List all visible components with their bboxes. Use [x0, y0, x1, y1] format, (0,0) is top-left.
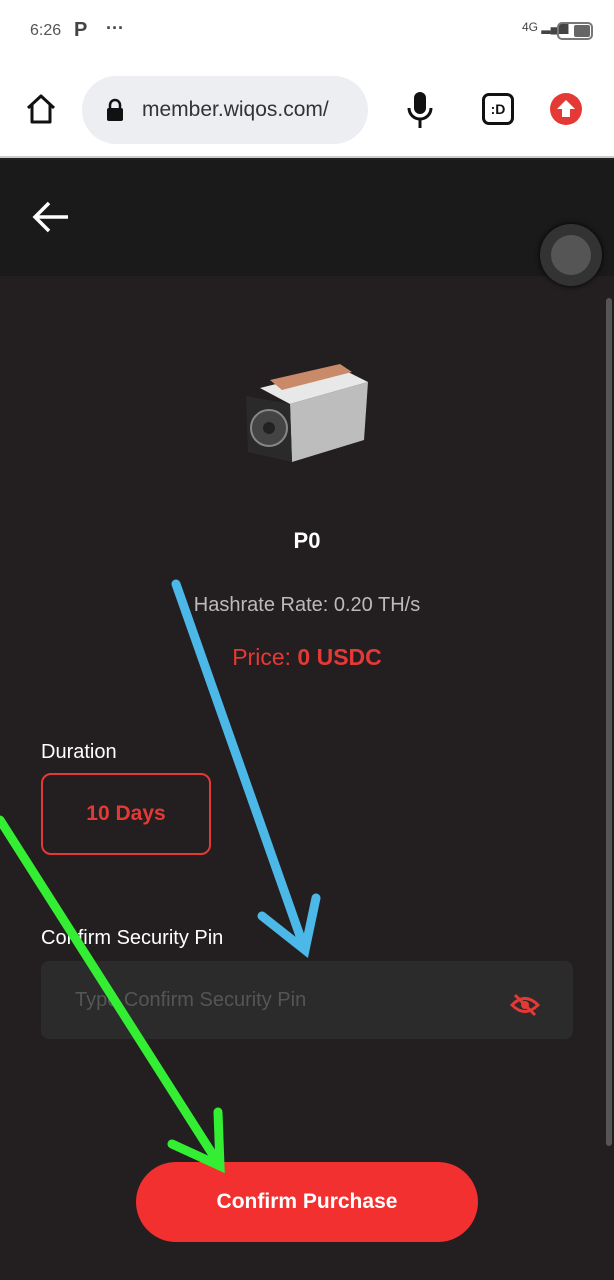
browser-toolbar: member.wiqos.com/ :D — [0, 62, 614, 158]
price-text: Price: 0 USDC — [0, 644, 614, 671]
product-name: P0 — [293, 528, 321, 553]
duration-option-10-days[interactable]: 10 Days — [41, 773, 211, 855]
clock: 6:26 — [30, 22, 62, 39]
lock-icon — [107, 98, 123, 121]
more-notifications-icon: ··· — [106, 18, 124, 38]
duration-label: Duration — [41, 741, 117, 763]
hashrate-text: Hashrate Rate: 0.20 TH/s — [193, 594, 421, 616]
extension-icon[interactable]: :D — [482, 93, 514, 125]
price-value: 0 USDC — [297, 644, 382, 670]
back-arrow-icon[interactable] — [32, 200, 70, 234]
scrollbar[interactable] — [606, 298, 612, 1146]
status-bar: 6:26 P ··· 4G ▂▄▆ — [0, 0, 614, 62]
battery-icon — [557, 22, 593, 40]
eye-off-icon[interactable] — [510, 992, 540, 1018]
app-notification-icon: P — [74, 19, 88, 41]
upload-icon[interactable] — [550, 93, 582, 125]
microphone-icon[interactable] — [406, 90, 434, 130]
blue-arrow-annotation — [171, 579, 321, 959]
page-header — [0, 160, 614, 276]
home-icon[interactable] — [24, 92, 58, 126]
network-type: 4G — [522, 20, 539, 34]
security-pin-label: Confirm Security Pin — [41, 927, 224, 949]
url-text: member.wiqos.com/ — [142, 98, 329, 121]
security-pin-input[interactable] — [41, 961, 573, 1039]
miner-device-image — [246, 364, 368, 462]
address-bar[interactable]: member.wiqos.com/ — [82, 76, 368, 144]
confirm-purchase-button[interactable]: Confirm Purchase — [136, 1162, 478, 1242]
price-label: Price: — [232, 644, 298, 670]
floating-assistive-button[interactable] — [540, 224, 602, 286]
